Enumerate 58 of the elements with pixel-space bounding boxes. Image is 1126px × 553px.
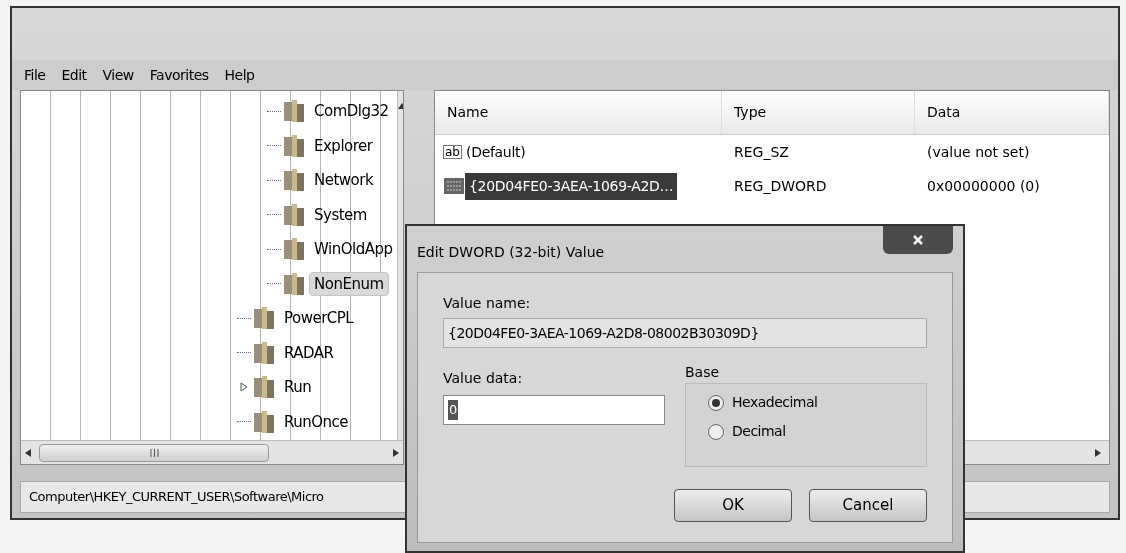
radio-label[interactable]: Decimal	[732, 421, 786, 442]
value-type: REG_SZ	[733, 142, 790, 162]
value-name[interactable]: (Default)	[462, 138, 530, 166]
value-data: (value not set)	[926, 142, 1031, 162]
folder-icon	[283, 99, 305, 124]
tree-item[interactable]: Run	[279, 375, 317, 400]
folder-icon	[253, 340, 275, 365]
radio-button[interactable]	[708, 394, 724, 411]
folder-icon	[283, 237, 305, 262]
folder-icon	[283, 133, 305, 158]
value-data: 0x00000000 (0)	[926, 176, 1041, 196]
menu-item[interactable]: File	[24, 64, 46, 86]
menu-item[interactable]: Favorites	[149, 64, 209, 86]
dialog-button[interactable]: OK	[674, 489, 792, 522]
tree-item[interactable]: System	[309, 202, 372, 227]
dialog-title: Edit DWORD (32-bit) Value	[417, 243, 605, 262]
folder-icon	[283, 168, 305, 193]
folder-icon	[283, 202, 305, 227]
menu-item[interactable]: Help	[224, 64, 255, 86]
menu-item[interactable]: Edit	[61, 64, 87, 86]
radio-button[interactable]	[708, 423, 724, 440]
tree-item[interactable]: RunOnce	[279, 409, 354, 434]
value-data-field[interactable]: 0	[443, 395, 665, 425]
value-name-label: Value name:	[443, 294, 532, 313]
column-header[interactable]: Type	[722, 91, 915, 134]
folder-icon	[253, 409, 275, 434]
tree-item[interactable]: NonEnum	[309, 271, 389, 296]
right-arrow-icon[interactable]	[1095, 448, 1101, 457]
tree-item[interactable]: WinOldApp	[309, 237, 398, 262]
dialog-button[interactable]: Cancel	[809, 489, 927, 522]
tree-item[interactable]: Network	[309, 168, 379, 193]
left-arrow-icon[interactable]	[25, 448, 31, 457]
tree-item[interactable]: RADAR	[279, 340, 339, 365]
menu-item[interactable]: View	[102, 64, 134, 86]
tree-item[interactable]: Explorer	[309, 133, 378, 158]
folder-icon	[253, 375, 275, 400]
close-button[interactable]	[883, 226, 953, 254]
value-name[interactable]: {20D04FE0-3AEA-1069-A2D…	[465, 172, 678, 200]
horizontal-scrollbar[interactable]	[21, 440, 403, 464]
radio-label[interactable]: Hexadecimal	[732, 392, 818, 413]
column-header[interactable]: Name	[435, 91, 722, 134]
grip-icon	[149, 448, 159, 457]
string-value-icon: ab	[443, 145, 462, 159]
close-icon	[912, 234, 924, 246]
expand-arrow-icon[interactable]	[240, 382, 248, 393]
folder-icon	[253, 306, 275, 331]
value-type: REG_DWORD	[733, 176, 828, 196]
status-path: Computer\HKEY_CURRENT_USER\Software\Micro	[29, 488, 324, 507]
base-label: Base	[685, 363, 721, 382]
value-data-label: Value data:	[443, 369, 524, 388]
column-header[interactable]: Data	[915, 91, 1109, 134]
scroll-thumb[interactable]	[39, 443, 269, 462]
tree-item[interactable]: ComDlg32	[309, 99, 394, 124]
tree-item[interactable]: PowerCPL	[279, 306, 359, 331]
right-arrow-icon[interactable]	[393, 448, 399, 457]
folder-icon	[283, 271, 305, 296]
value-name-field[interactable]: {20D04FE0-3AEA-1069-A2D8-08002B30309D}	[443, 318, 927, 348]
binary-value-icon	[443, 176, 465, 196]
